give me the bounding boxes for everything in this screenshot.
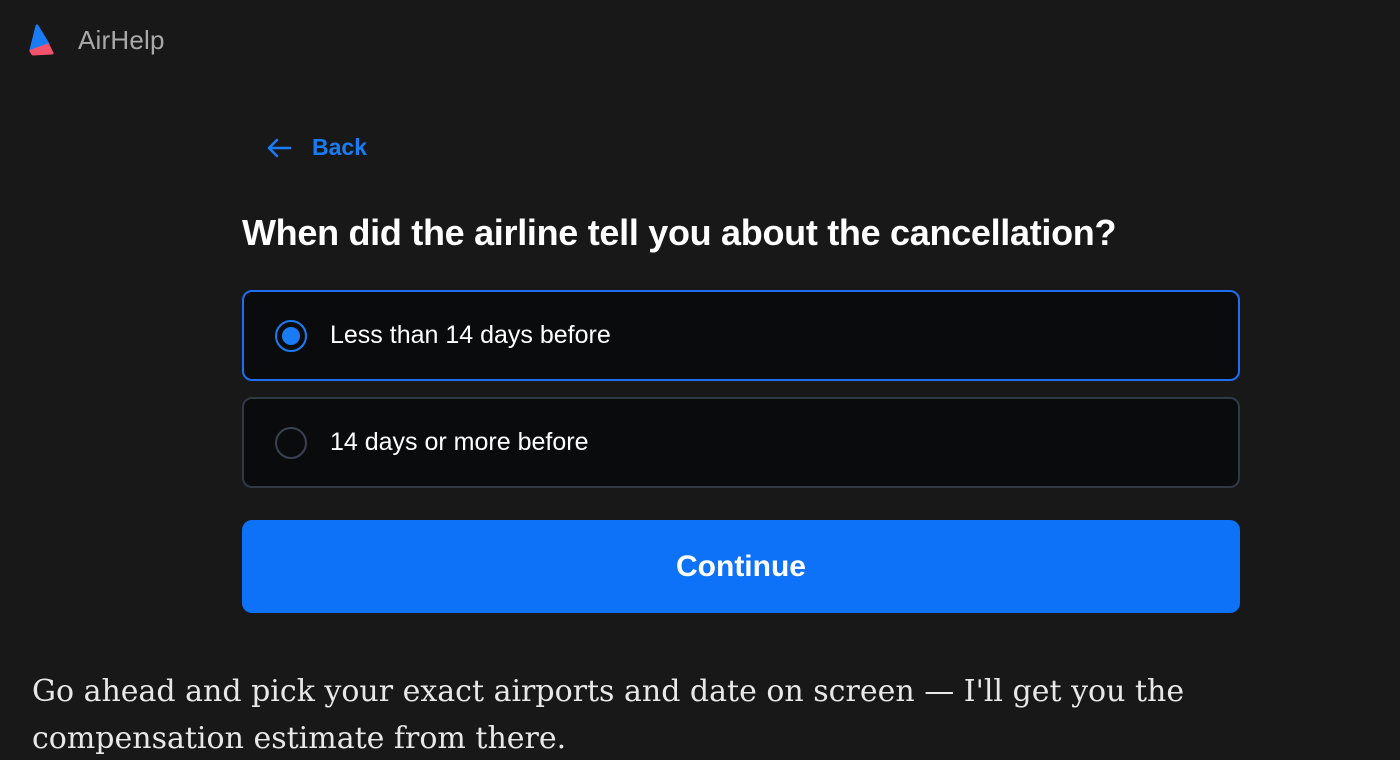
option-less-than-14-days[interactable]: Less than 14 days before <box>242 290 1240 381</box>
radio-button-selected[interactable] <box>275 319 307 352</box>
assistant-message: Go ahead and pick your exact airports an… <box>32 674 1185 756</box>
option-label: Less than 14 days before <box>330 321 611 349</box>
back-button[interactable]: Back <box>266 134 367 161</box>
option-14-days-or-more[interactable]: 14 days or more before <box>242 397 1240 488</box>
radio-dot <box>282 326 300 345</box>
option-label: 14 days or more before <box>330 428 589 456</box>
airhelp-logo-icon <box>26 23 58 57</box>
page: AirHelp Back When did the airline tell y… <box>0 0 1400 760</box>
cancellation-notice-options: Less than 14 days before 14 days or more… <box>242 290 1240 488</box>
brand-name: AirHelp <box>78 24 165 55</box>
radio-button[interactable] <box>275 426 307 459</box>
question-heading: When did the airline tell you about the … <box>242 212 1117 253</box>
arrow-left-icon <box>266 138 292 158</box>
brand-header[interactable]: AirHelp <box>26 22 165 58</box>
continue-button[interactable]: Continue <box>242 520 1240 613</box>
back-label: Back <box>312 134 367 160</box>
